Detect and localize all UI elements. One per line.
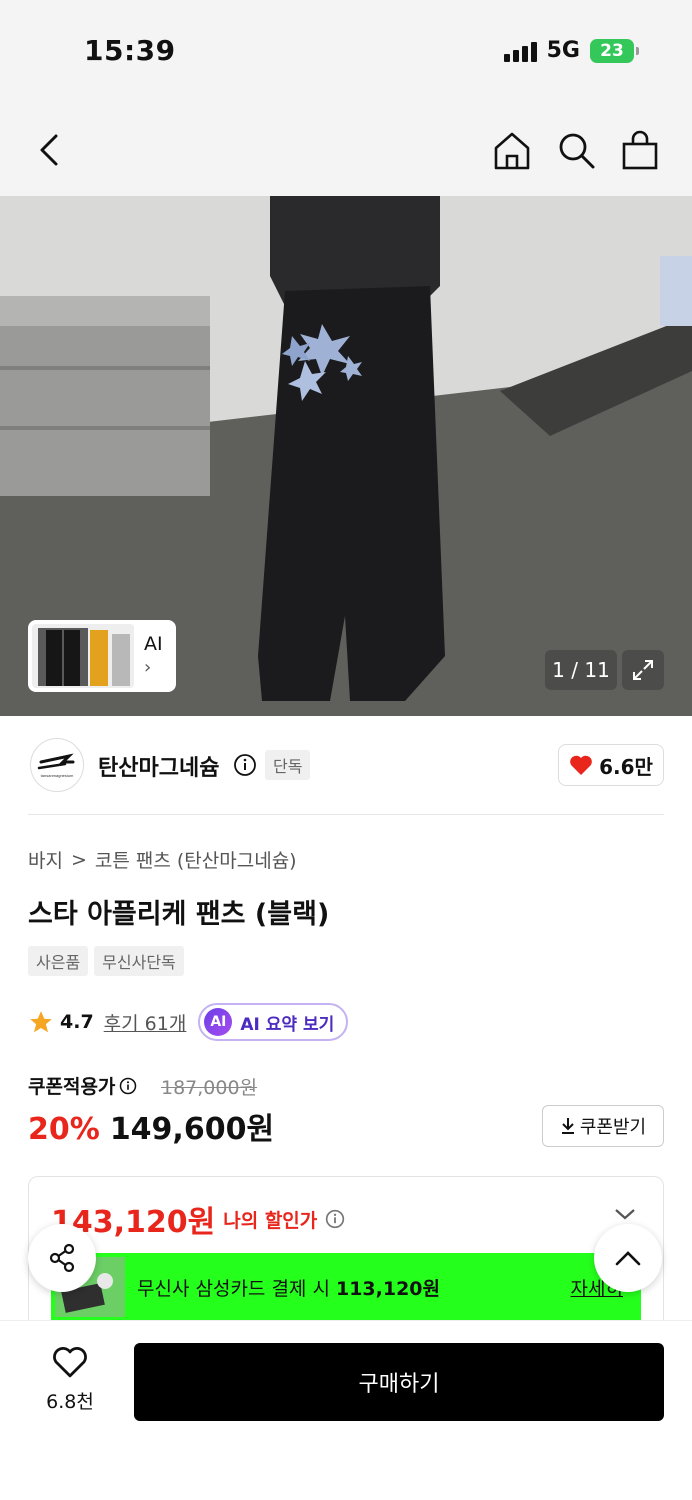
star-icon: [30, 1011, 52, 1033]
home-icon[interactable]: [490, 128, 534, 172]
coupon-price-text: 쿠폰적용가: [28, 1076, 116, 1098]
expand-button[interactable]: [622, 650, 664, 690]
ai-badge-icon: AI: [204, 1008, 233, 1036]
original-price: 187,000원: [161, 1077, 258, 1099]
signal-icon: [503, 40, 537, 62]
status-time: 15:39: [84, 34, 176, 67]
divider: [28, 814, 664, 815]
review-link[interactable]: 후기 61개: [104, 1009, 187, 1036]
ai-summary-label: AI 요약 보기: [240, 1014, 335, 1035]
rating-row: 4.7 후기 61개 AI AI 요약 보기: [28, 1002, 349, 1042]
my-price-row: 143,120원 나의 할인가: [51, 1197, 345, 1241]
heart-filled-icon: [570, 755, 592, 775]
buy-button[interactable]: 구매하기: [134, 1343, 664, 1421]
search-icon[interactable]: [554, 128, 598, 172]
status-bar: 15:39 5G 23: [0, 0, 692, 100]
breadcrumb-category[interactable]: 바지: [28, 846, 63, 873]
card-promo-banner[interactable]: 무신사 삼성카드 결제 시 113,120원 자세히: [51, 1253, 641, 1321]
breadcrumb-separator: >: [70, 848, 87, 871]
product-title: 스타 아플리케 팬츠 (블랙): [28, 899, 330, 930]
chevron-right-icon: ›: [144, 657, 152, 678]
back-icon[interactable]: [28, 128, 72, 172]
battery-level: 23: [600, 40, 624, 61]
status-indicators: 5G 23: [503, 38, 639, 63]
bottom-action-bar: 6.8천 구매하기: [0, 1320, 692, 1500]
card-promo-text: 무신사 삼성카드 결제 시 113,120원: [137, 1274, 440, 1301]
ai-summary-button[interactable]: AI AI 요약 보기: [198, 1003, 349, 1041]
chevron-up-icon: [615, 1251, 641, 1266]
product-like-button[interactable]: 6.8천: [36, 1345, 104, 1414]
ai-card-text: AI ›: [134, 632, 163, 680]
card-promo-amount: 113,120원: [335, 1277, 440, 1300]
rating-value: 4.7: [60, 1011, 94, 1033]
brand-logo-mark: tansanmagnesium: [37, 753, 75, 778]
share-icon: [49, 1243, 75, 1273]
brand-logo[interactable]: tansanmagnesium: [30, 738, 84, 792]
network-type: 5G: [546, 38, 580, 63]
scroll-top-button[interactable]: [594, 1224, 662, 1292]
image-counter: 1 / 11: [545, 650, 617, 690]
coupon-download-button[interactable]: 쿠폰받기: [542, 1105, 664, 1147]
info-icon[interactable]: [233, 753, 257, 777]
battery-icon: 23: [590, 38, 639, 63]
breadcrumb: 바지 > 코튼 팬츠 (탄산마그네슘): [28, 846, 297, 873]
tag-exclusive: 무신사단독: [94, 946, 184, 976]
breadcrumb-subcategory[interactable]: 코튼 팬츠 (탄산마그네슘): [95, 846, 297, 873]
coupon-download-label: 쿠폰받기: [579, 1117, 647, 1138]
tag-gift: 사은품: [28, 946, 89, 976]
ai-recommend-card[interactable]: AI ›: [28, 620, 176, 692]
exclusive-badge: 단독: [265, 750, 311, 780]
download-icon: [561, 1118, 574, 1134]
expand-icon: [633, 660, 653, 680]
brand-like-count: 6.6만: [599, 754, 653, 779]
info-icon[interactable]: [325, 1209, 345, 1229]
my-discount-label: 나의 할인가: [223, 1209, 318, 1232]
ai-card-label: AI: [144, 633, 163, 655]
share-button[interactable]: [28, 1224, 96, 1292]
coupon-price-label: 쿠폰적용가: [28, 1072, 137, 1099]
brand-like-button[interactable]: 6.6만: [558, 744, 664, 786]
ai-thumbnail: [32, 624, 134, 688]
product-tags: 사은품 무신사단독: [28, 946, 184, 976]
brand-logo-text: tansanmagnesium: [41, 773, 74, 778]
sale-price: 149,600원: [109, 1112, 275, 1147]
bag-icon[interactable]: [618, 128, 662, 172]
brand-name[interactable]: 탄산마그네슘: [98, 750, 219, 782]
nav-bar: [0, 100, 692, 196]
product-like-count: 6.8천: [46, 1391, 94, 1413]
price-row: 20% 149,600원: [28, 1104, 274, 1148]
chevron-down-icon[interactable]: [613, 1207, 637, 1221]
info-icon[interactable]: [119, 1077, 137, 1095]
heart-outline-icon: [53, 1347, 87, 1378]
card-promo-prefix: 무신사 삼성카드 결제 시: [137, 1277, 336, 1300]
discount-rate: 20%: [28, 1112, 100, 1147]
